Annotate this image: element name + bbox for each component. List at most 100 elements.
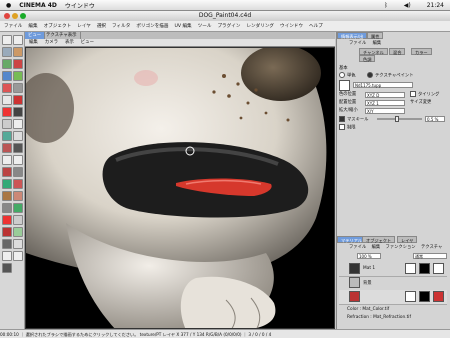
rotate-tool-icon[interactable] — [2, 59, 12, 69]
vp-menu-edit[interactable]: 編集 — [29, 39, 38, 46]
layer-icon[interactable] — [13, 203, 23, 213]
close-window-icon[interactable] — [4, 13, 10, 19]
limit-checkbox[interactable] — [339, 124, 345, 130]
scale-field[interactable]: X/Y — [365, 108, 405, 114]
color-position-field[interactable]: XYZ D — [365, 92, 405, 98]
menu-render[interactable]: レンダリング — [246, 23, 274, 29]
render-view-icon[interactable] — [2, 191, 12, 201]
projection-icon[interactable] — [13, 119, 23, 129]
apple-menu-icon[interactable]: ● — [6, 2, 11, 9]
menu-paint-polygons[interactable]: ポリゴンを描画 — [136, 23, 168, 29]
paint-mode-icon[interactable] — [2, 131, 12, 141]
vp-menu-camera[interactable]: カメラ — [45, 39, 58, 46]
volume-icon[interactable]: ◀) — [404, 2, 411, 9]
selection-tool-icon[interactable] — [2, 71, 12, 81]
mask-row[interactable]: マスキール — [339, 116, 368, 123]
smudge-icon[interactable] — [13, 107, 23, 117]
uv-mode-icon[interactable] — [2, 179, 12, 189]
texture-file-field[interactable]: Nd1175.tupp — [353, 82, 413, 88]
magic-wand-icon[interactable] — [13, 71, 23, 81]
deformer-icon[interactable] — [2, 227, 12, 237]
window-titlebar[interactable]: DOG_Paint04.c4d — [0, 11, 450, 21]
tiling-row[interactable]: タイリング — [410, 91, 439, 98]
vp-menu-view[interactable]: ビュー — [81, 39, 94, 46]
attr-menu-edit[interactable]: 編集 — [373, 41, 382, 46]
layer-refraction-channel[interactable]: Refraction : Mat_Refraction.tif — [347, 314, 411, 321]
menubar-clock[interactable]: 21:24 — [427, 2, 444, 9]
tab-tone[interactable]: 色調 — [359, 55, 376, 62]
menu-object[interactable]: オブジェクト — [44, 23, 72, 29]
bluetooth-icon[interactable]: ᛒ — [384, 2, 388, 9]
dog-render[interactable] — [26, 48, 335, 329]
blend-mode-select[interactable]: 通常 — [413, 253, 447, 259]
camera-icon[interactable] — [13, 215, 23, 225]
text-tool-icon[interactable] — [2, 119, 12, 129]
navigate-icon[interactable] — [2, 263, 12, 273]
color-picker-icon[interactable] — [2, 107, 12, 117]
edge-mode-icon[interactable] — [13, 143, 23, 153]
radio-color-row[interactable]: 単色 — [339, 72, 356, 79]
texture-mode-icon[interactable] — [13, 131, 23, 141]
menu-tools[interactable]: ツール — [198, 23, 212, 29]
menu-plugins[interactable]: プラグイン — [217, 23, 240, 29]
viewport-3d[interactable] — [25, 47, 335, 329]
tab-info[interactable]: 情報表示/出 — [337, 32, 368, 39]
menu-filter[interactable]: フィルタ — [112, 23, 130, 29]
layer-row[interactable]: 背景 — [339, 276, 447, 291]
app-name-menu[interactable]: CINEMA 4D — [19, 2, 57, 9]
mask-value-field[interactable]: 0.5 % — [425, 116, 445, 122]
menu-select[interactable]: 選択 — [97, 23, 106, 29]
undo-icon[interactable] — [2, 35, 12, 45]
texture-preview[interactable] — [339, 80, 350, 91]
radio-texture-row[interactable]: テクスチャペイント — [367, 72, 414, 79]
snap-icon[interactable] — [13, 251, 23, 261]
move-tool-icon[interactable] — [2, 47, 12, 57]
scene-icon[interactable] — [13, 227, 23, 237]
radio-texture[interactable] — [367, 72, 373, 78]
light-icon[interactable] — [2, 215, 12, 225]
checker-1-icon[interactable] — [2, 155, 12, 165]
eraser-icon[interactable] — [13, 83, 23, 93]
stamp-icon[interactable] — [13, 95, 23, 105]
attr-menu-file[interactable]: ファイル — [349, 41, 366, 46]
vp-menu-display[interactable]: 表示 — [65, 39, 74, 46]
minimize-window-icon[interactable] — [12, 13, 18, 19]
ring-icon[interactable] — [2, 167, 12, 177]
render-picture-icon[interactable] — [13, 191, 23, 201]
fill-icon[interactable] — [2, 95, 12, 105]
layer-row[interactable]: Mat 1 — [339, 262, 447, 277]
layer-menu-texture[interactable]: テクスチャ — [421, 245, 442, 250]
layer-menu-function[interactable]: ファンクション — [386, 245, 416, 250]
scale-tool-icon[interactable] — [13, 47, 23, 57]
bake-icon[interactable] — [2, 203, 12, 213]
layer-row[interactable] — [339, 290, 447, 305]
menu-edit[interactable]: 編集 — [28, 23, 37, 29]
layer-color-channel[interactable]: Color : Mat_Color.tif — [347, 306, 389, 313]
menu-file[interactable]: ファイル — [4, 23, 22, 29]
lasso-tool-icon[interactable] — [13, 59, 23, 69]
menu-uv-edit[interactable]: UV 編集 — [175, 23, 192, 29]
grid-icon[interactable] — [2, 251, 12, 261]
mask-slider-handle[interactable] — [395, 116, 399, 122]
tab-object[interactable]: オブジェクト — [362, 236, 396, 243]
tab-attributes[interactable]: 属性 — [367, 32, 384, 39]
zoom-field[interactable]: 100 % — [357, 253, 381, 259]
mask-checkbox[interactable] — [339, 116, 345, 122]
layer-menu-file[interactable]: ファイル — [349, 245, 366, 250]
tab-layer[interactable]: レイヤ — [397, 236, 418, 243]
tab-texture-view[interactable]: テクスチャ表示 — [43, 32, 81, 39]
menu-layer[interactable]: レイヤ — [77, 23, 91, 29]
layer-menu-edit[interactable]: 編集 — [372, 245, 381, 250]
object-mode-icon[interactable] — [2, 143, 12, 153]
paint-brush-icon[interactable] — [2, 83, 12, 93]
settings-icon[interactable] — [13, 239, 23, 249]
limit-row[interactable]: 制限 — [339, 124, 356, 131]
tab-channel[interactable]: チャンネル — [359, 48, 388, 55]
menu-help[interactable]: ヘルプ — [309, 23, 323, 29]
menu-window[interactable]: ウインドウ — [280, 23, 303, 29]
window-menu[interactable]: ウインドウ — [65, 1, 95, 10]
zoom-window-icon[interactable] — [20, 13, 26, 19]
checker-2-icon[interactable] — [13, 155, 23, 165]
redo-icon[interactable] — [13, 35, 23, 45]
hierarchy-icon[interactable] — [2, 239, 12, 249]
